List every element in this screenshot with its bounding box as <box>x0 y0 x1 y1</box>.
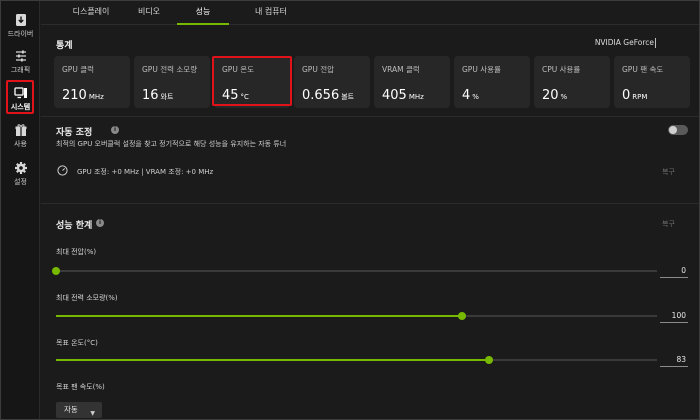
stat-value: 0.656 볼트 <box>302 88 355 103</box>
max-voltage-slider[interactable] <box>52 267 657 275</box>
sidebar-item-driver[interactable]: 드라이버 <box>1 13 40 39</box>
gift-icon <box>15 124 26 136</box>
info-icon[interactable]: i <box>111 126 119 134</box>
stat-label: GPU 팬 속도 <box>622 65 664 74</box>
stat-card-gpu-voltage: GPU 전압 0.656 볼트 <box>294 56 370 108</box>
sidebar-item-label: 그래픽 <box>10 66 31 74</box>
auto-tune-title: 자동 조정 <box>56 128 93 138</box>
stat-card-cpu-usage: CPU 사용률 20% <box>534 56 610 108</box>
tab-my-computer[interactable]: 내 컴퓨터 <box>236 1 306 25</box>
slider-fill <box>56 359 489 361</box>
max-power-value[interactable]: 100 <box>660 310 688 323</box>
section-divider <box>41 203 699 204</box>
section-divider <box>41 116 699 117</box>
stat-label: GPU 전력 소모량 <box>142 65 198 74</box>
stat-label: GPU 클럭 <box>62 65 95 74</box>
stat-card-gpu-usage: GPU 사용률 4% <box>454 56 530 108</box>
graphics-sliders-icon <box>15 50 26 62</box>
sidebar-item-label: 설정 <box>14 178 27 186</box>
stat-label: VRAM 클럭 <box>382 65 420 74</box>
slider-thumb[interactable] <box>457 312 466 320</box>
toggle-knob <box>669 126 677 134</box>
text-cursor <box>655 38 656 48</box>
auto-tune-status: GPU 조정: +0 MHz | VRAM 조정: +0 MHz <box>77 168 214 176</box>
limits-title: 성능 한계 <box>56 221 93 231</box>
slider-label-max-voltage: 최대 전압(%) <box>56 248 97 256</box>
max-power-slider[interactable] <box>56 312 657 320</box>
stat-card-gpu-fan-speed: GPU 팬 속도 0 RPM <box>614 56 690 108</box>
limits-reset-button[interactable]: 복구 <box>662 219 675 229</box>
target-temp-slider[interactable] <box>56 356 657 364</box>
target-temp-value[interactable]: 83 <box>660 354 688 367</box>
stat-value: 16 와트 <box>142 88 174 103</box>
slider-thumb[interactable] <box>484 356 493 364</box>
dropdown-value: 자동 <box>64 405 78 414</box>
stat-card-gpu-power: GPU 전력 소모량 16 와트 <box>134 56 210 108</box>
stat-value: 20% <box>542 88 568 103</box>
stat-value: 405 MHz <box>382 88 424 103</box>
slider-fill <box>56 315 462 317</box>
gear-icon <box>14 162 27 174</box>
slider-label-target-temp: 목표 온도(°C) <box>56 339 98 347</box>
tab-bar: 디스플레이 비디오 성능 내 컴퓨터 <box>41 1 699 25</box>
stat-card-vram-clock: VRAM 클럭 405 MHz <box>374 56 450 108</box>
slider-label-max-power: 최대 전력 소모량(%) <box>56 294 118 302</box>
auto-tune-reset-button[interactable]: 복구 <box>662 167 675 177</box>
tab-video[interactable]: 비디오 <box>125 1 173 25</box>
fan-speed-label: 목표 팬 속도(%) <box>56 383 105 391</box>
sidebar-item-graphics[interactable]: 그래픽 <box>1 49 40 75</box>
driver-download-icon <box>15 14 26 26</box>
temperature-highlight-box <box>212 56 292 106</box>
sidebar-item-label: 드라이버 <box>7 30 34 38</box>
sidebar: 드라이버 그래픽 시스템 사용 설정 <box>1 1 40 419</box>
fan-mode-dropdown[interactable]: 자동 ▼ <box>56 402 102 418</box>
sidebar-item-settings[interactable]: 설정 <box>1 161 40 187</box>
tab-display[interactable]: 디스플레이 <box>61 1 121 25</box>
stats-title: 통계 <box>56 41 73 51</box>
stat-value: 4% <box>462 88 479 103</box>
stat-card-gpu-clock: GPU 클럭 210 MHz <box>54 56 130 108</box>
stat-label: GPU 사용률 <box>462 65 501 74</box>
stat-value: 0 RPM <box>622 88 648 103</box>
stat-label: GPU 전압 <box>302 65 335 74</box>
gpu-name-label: NVIDIA GeForce <box>594 38 654 47</box>
auto-tune-toggle[interactable] <box>668 125 688 135</box>
auto-tune-description: 최적의 GPU 오버클럭 설정을 찾고 정기적으로 해당 성능을 유지하는 자동… <box>56 140 287 148</box>
stat-value: 210 MHz <box>62 88 104 103</box>
tab-performance[interactable]: 성능 <box>177 1 229 25</box>
slider-thumb[interactable] <box>52 267 60 275</box>
gauge-icon <box>57 165 68 176</box>
stat-label: CPU 사용률 <box>542 65 581 74</box>
sidebar-highlight-box <box>6 80 34 114</box>
sidebar-item-rewards[interactable]: 사용 <box>1 123 40 149</box>
sidebar-item-label: 사용 <box>14 140 27 148</box>
chevron-down-icon: ▼ <box>90 410 95 417</box>
info-icon[interactable]: i <box>96 219 104 227</box>
max-voltage-value[interactable]: 0 <box>660 265 688 278</box>
